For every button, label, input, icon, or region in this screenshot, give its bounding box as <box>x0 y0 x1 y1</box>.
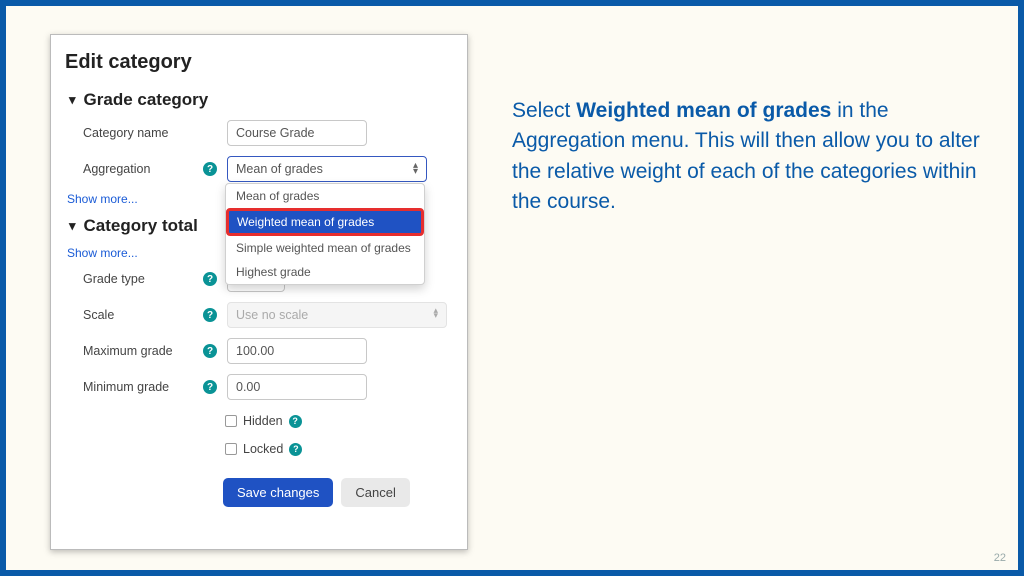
page-number: 22 <box>994 552 1006 564</box>
help-icon[interactable]: ? <box>203 272 217 286</box>
category-name-row: Category name Course Grade <box>83 120 453 146</box>
help-icon[interactable]: ? <box>289 443 302 456</box>
section-label: Grade category <box>84 90 209 110</box>
help-icon[interactable]: ? <box>289 415 302 428</box>
option-highest[interactable]: Highest grade <box>226 260 424 284</box>
chevron-down-icon: ▾ <box>69 92 76 108</box>
aggregation-dropdown: Mean of grades Weighted mean of grades S… <box>225 183 425 285</box>
button-row: Save changes Cancel <box>223 478 453 507</box>
aggregation-row: Aggregation ? Mean of grades ▴▾ Mean of … <box>83 156 453 182</box>
chevron-down-icon: ▾ <box>69 218 76 234</box>
category-name-label: Category name <box>83 126 203 140</box>
slide: Edit category ▾ Grade category Category … <box>0 0 1024 576</box>
aggregation-value: Mean of grades <box>236 162 323 176</box>
min-grade-label: Minimum grade <box>83 380 203 394</box>
help-icon[interactable]: ? <box>203 344 217 358</box>
hidden-checkbox[interactable] <box>225 415 237 427</box>
hidden-row: Hidden ? <box>225 414 453 428</box>
save-button[interactable]: Save changes <box>223 478 333 507</box>
section-grade-category[interactable]: ▾ Grade category <box>69 90 453 110</box>
max-grade-row: Maximum grade ? 100.00 <box>83 338 453 364</box>
aggregation-select[interactable]: Mean of grades ▴▾ Mean of grades Weighte… <box>227 156 427 182</box>
aggregation-label: Aggregation <box>83 162 203 176</box>
spacer <box>203 126 217 140</box>
option-weighted-mean[interactable]: Weighted mean of grades <box>226 208 424 236</box>
scale-value: Use no scale <box>236 308 308 322</box>
section-label: Category total <box>84 216 198 236</box>
locked-label: Locked <box>243 442 283 456</box>
min-grade-input[interactable]: 0.00 <box>227 374 367 400</box>
cancel-button[interactable]: Cancel <box>341 478 409 507</box>
max-grade-input[interactable]: 100.00 <box>227 338 367 364</box>
locked-checkbox[interactable] <box>225 443 237 455</box>
grade-type-label: Grade type <box>83 272 203 286</box>
option-mean[interactable]: Mean of grades <box>226 184 424 208</box>
edit-category-panel: Edit category ▾ Grade category Category … <box>50 34 468 550</box>
max-grade-label: Maximum grade <box>83 344 203 358</box>
instruction-pre: Select <box>512 99 576 122</box>
help-icon[interactable]: ? <box>203 308 217 322</box>
sort-icon: ▴▾ <box>433 308 438 322</box>
locked-row: Locked ? <box>225 442 453 456</box>
instruction-text: Select Weighted mean of grades in the Ag… <box>512 96 992 218</box>
scale-label: Scale <box>83 308 203 322</box>
help-icon[interactable]: ? <box>203 380 217 394</box>
scale-row: Scale ? Use no scale ▴▾ <box>83 302 453 328</box>
help-icon[interactable]: ? <box>203 162 217 176</box>
sort-icon: ▴▾ <box>413 163 418 175</box>
min-grade-row: Minimum grade ? 0.00 <box>83 374 453 400</box>
instruction-bold: Weighted mean of grades <box>576 99 831 122</box>
scale-select: Use no scale ▴▾ <box>227 302 447 328</box>
panel-title: Edit category <box>65 51 453 74</box>
category-name-input[interactable]: Course Grade <box>227 120 367 146</box>
hidden-label: Hidden <box>243 414 283 428</box>
option-simple-weighted[interactable]: Simple weighted mean of grades <box>226 236 424 260</box>
